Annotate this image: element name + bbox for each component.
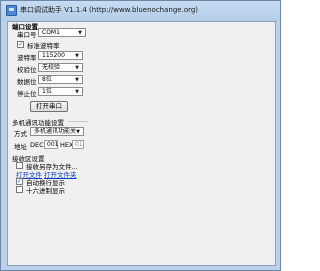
- auto-newline-checkbox[interactable]: ✓: [16, 178, 23, 185]
- parity-label: 校验位: [17, 66, 37, 74]
- dec-address-input[interactable]: 001: [44, 140, 58, 149]
- title-bar[interactable]: 串口调试助手 V1.1.4 (http://www.bluenochange.o…: [1, 1, 280, 21]
- chevron-down-icon: ▼: [76, 129, 80, 135]
- group-divider: [68, 121, 88, 122]
- chevron-down-icon: ▼: [78, 30, 82, 36]
- stopbits-label: 停止位: [17, 90, 37, 98]
- port-value: COM1: [42, 29, 60, 36]
- hex-display-checkbox[interactable]: [16, 186, 23, 193]
- standard-baud-checkbox[interactable]: ✓: [17, 41, 24, 48]
- hex-address-input[interactable]: 01: [72, 140, 84, 149]
- dec-label: DEC: [30, 141, 44, 149]
- chevron-down-icon: ▼: [75, 65, 79, 71]
- port-label: 串口号: [17, 31, 37, 39]
- standard-baud-label: 标准波特率: [27, 42, 60, 50]
- port-select[interactable]: COM1 ▼: [38, 28, 86, 37]
- open-port-button[interactable]: 打开串口: [30, 101, 68, 112]
- baud-value: 115200: [42, 52, 65, 59]
- baud-label: 波特率: [17, 54, 37, 62]
- app-window: 串口调试助手 V1.1.4 (http://www.bluenochange.o…: [0, 0, 281, 271]
- databits-value: 8位: [42, 76, 52, 83]
- mode-value: 多机通讯功能关: [34, 128, 77, 135]
- chevron-down-icon: ▼: [75, 77, 79, 83]
- databits-select[interactable]: 8位 ▼: [38, 75, 83, 84]
- chevron-down-icon: ▼: [75, 53, 79, 59]
- address-label: 地址: [14, 143, 27, 151]
- hex-display-label: 十六进制显示: [26, 187, 65, 195]
- mode-label: 方式: [14, 130, 27, 138]
- mode-select[interactable]: 多机通讯功能关 ▼: [30, 127, 84, 136]
- window-title: 串口调试助手 V1.1.4 (http://www.bluenochange.o…: [20, 6, 199, 14]
- app-icon: [6, 5, 17, 16]
- stopbits-value: 1位: [42, 88, 52, 95]
- parity-select[interactable]: 无校验 ▼: [38, 63, 83, 72]
- parity-value: 无校验: [42, 64, 61, 71]
- save-to-file-checkbox[interactable]: [16, 162, 23, 169]
- baud-select[interactable]: 115200 ▼: [38, 51, 83, 60]
- databits-label: 数据位: [17, 78, 37, 86]
- client-area: 端口设置 串口号 COM1 ▼ ✓ 标准波特率 波特率 115200 ▼ 校验位…: [7, 21, 276, 266]
- stopbits-select[interactable]: 1位 ▼: [38, 87, 83, 96]
- chevron-down-icon: ▼: [75, 89, 79, 95]
- multi-device-group-title: 多机通讯功能设置: [12, 119, 64, 127]
